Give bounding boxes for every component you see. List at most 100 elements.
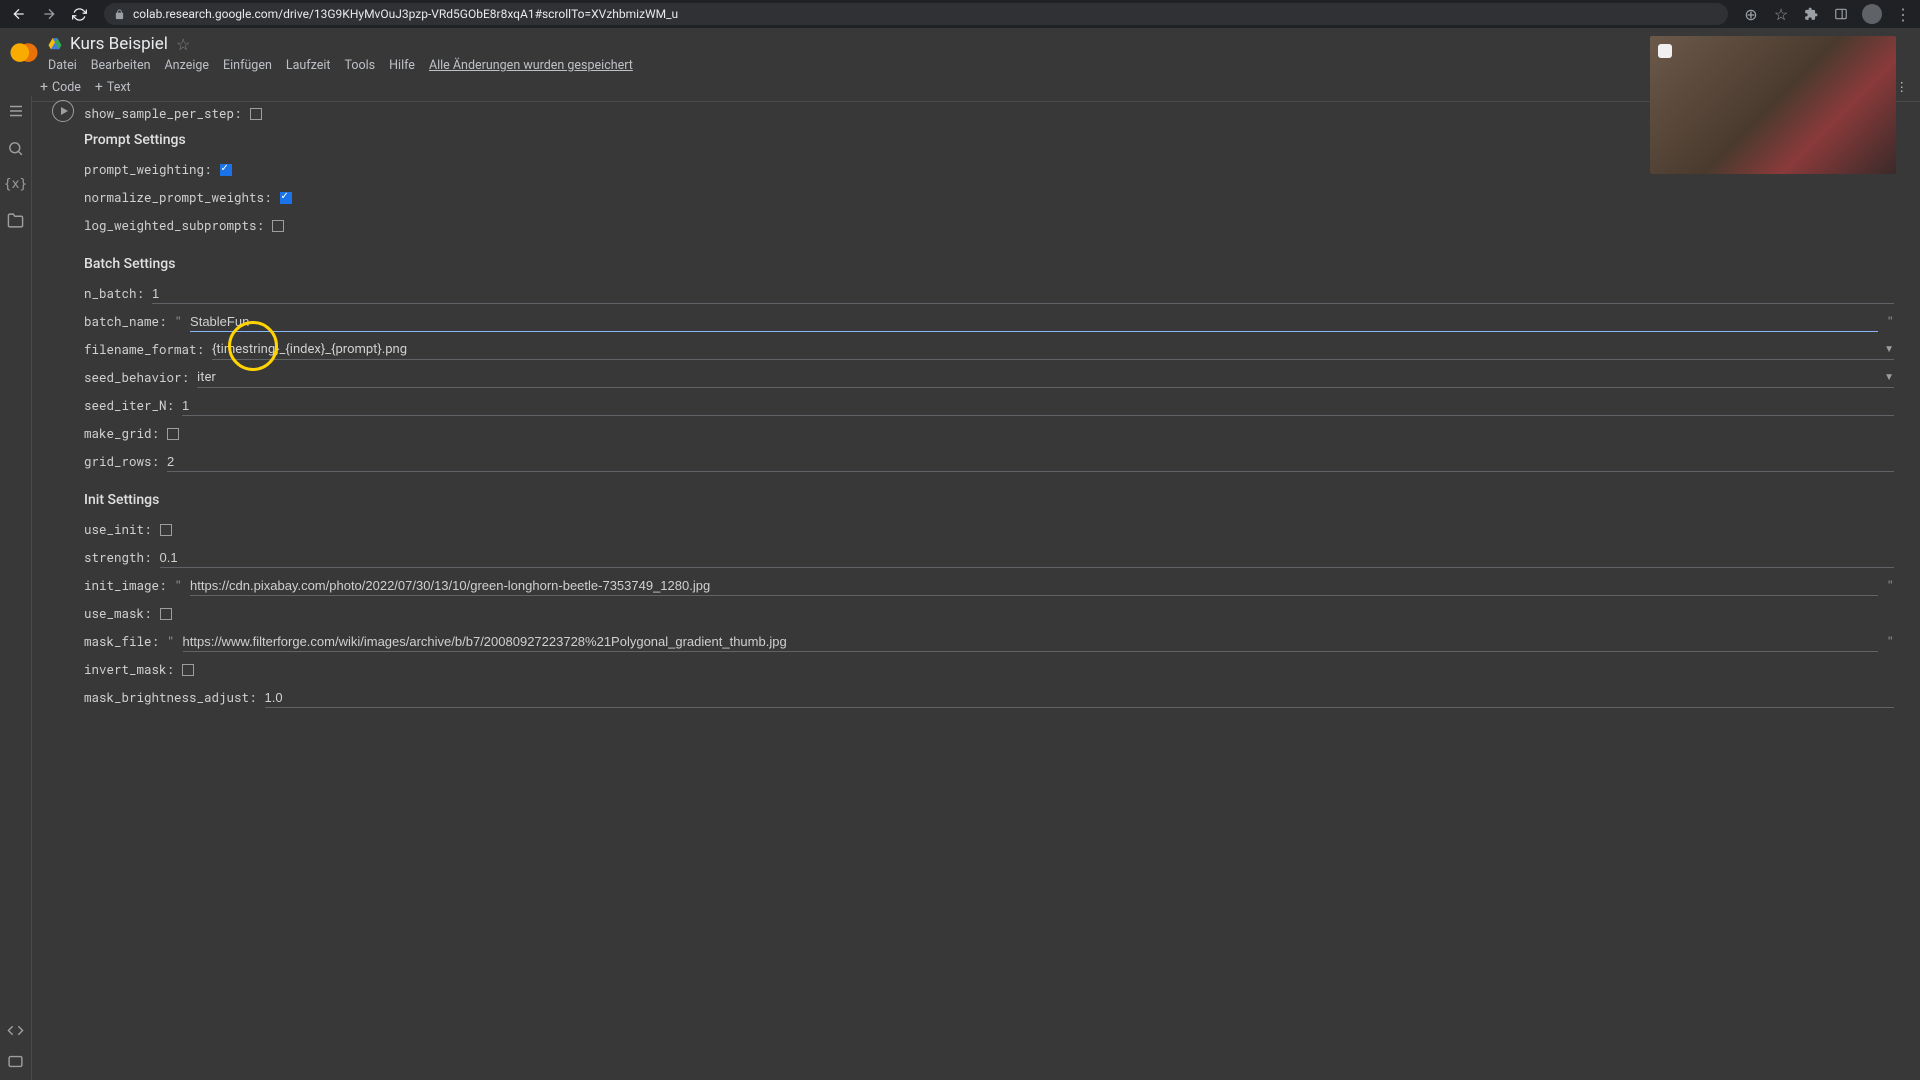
- checkbox-make-grid[interactable]: [167, 428, 179, 440]
- checkbox-use-init[interactable]: [160, 524, 172, 536]
- profile-avatar[interactable]: [1862, 4, 1882, 24]
- checkbox-normalize-weights[interactable]: [280, 192, 292, 204]
- menu-bar: Datei Bearbeiten Anzeige Einfügen Laufze…: [48, 58, 1910, 73]
- n-batch-input[interactable]: [152, 284, 1894, 304]
- url-text: colab.research.google.com/drive/13G9KHyM…: [133, 7, 678, 21]
- checkbox-log-subprompts[interactable]: [272, 220, 284, 232]
- select-value: {timestring}_{index}_{prompt}.png: [212, 340, 1884, 359]
- mask-file-input[interactable]: [183, 632, 1879, 652]
- save-status: Alle Änderungen wurden gespeichert: [429, 58, 633, 73]
- menu-anzeige[interactable]: Anzeige: [165, 58, 209, 73]
- chevron-down-icon: ▼: [1884, 344, 1894, 355]
- batch-name-input[interactable]: [190, 312, 1878, 332]
- param-label: batch_name:: [84, 314, 167, 330]
- menu-tools[interactable]: Tools: [345, 58, 376, 73]
- lock-icon: [114, 9, 125, 20]
- param-seed-behavior: seed_behavior: iter ▼: [84, 364, 1894, 392]
- colab-header: Kurs Beispiel ☆ Datei Bearbeiten Anzeige…: [0, 28, 1920, 73]
- menu-bearbeiten[interactable]: Bearbeiten: [91, 58, 151, 73]
- terminal-icon[interactable]: [7, 1022, 24, 1039]
- install-icon[interactable]: ⊕: [1742, 5, 1760, 23]
- reload-button[interactable]: [68, 3, 90, 25]
- param-seed-iter-n: seed_iter_N:: [84, 392, 1894, 420]
- param-filename-format: filename_format: {timestring}_{index}_{p…: [84, 336, 1894, 364]
- param-show-sample-per-step: show_sample_per_step:: [84, 100, 1894, 128]
- param-label: log_weighted_subprompts:: [84, 218, 264, 234]
- chevron-down-icon: ▼: [1884, 372, 1894, 383]
- extensions-icon[interactable]: [1802, 5, 1820, 23]
- param-label: prompt_weighting:: [84, 162, 212, 178]
- strength-input[interactable]: [160, 548, 1894, 568]
- webcam-overlay: [1650, 36, 1896, 174]
- param-label: use_mask:: [84, 606, 152, 622]
- quote-open: ": [167, 634, 175, 650]
- forward-button[interactable]: [38, 3, 60, 25]
- checkbox-show-sample[interactable]: [250, 108, 262, 120]
- notebook-title[interactable]: Kurs Beispiel: [70, 34, 168, 54]
- quote-open: ": [175, 578, 183, 594]
- left-rail: {x}: [0, 96, 32, 1080]
- param-normalize-prompt-weights: normalize_prompt_weights:: [84, 184, 1894, 212]
- star-icon[interactable]: ☆: [176, 35, 190, 54]
- toc-icon[interactable]: [7, 102, 25, 120]
- menu-laufzeit[interactable]: Laufzeit: [286, 58, 331, 73]
- colab-logo[interactable]: [10, 40, 38, 68]
- add-text-button[interactable]: +Text: [95, 79, 131, 95]
- seed-behavior-select[interactable]: iter ▼: [197, 368, 1894, 388]
- cell-menu-icon[interactable]: ⋮: [1896, 79, 1909, 95]
- quote-close: ": [1886, 578, 1894, 594]
- param-prompt-weighting: prompt_weighting:: [84, 156, 1894, 184]
- bookmark-icon[interactable]: ☆: [1772, 5, 1790, 23]
- run-cell-button[interactable]: [52, 100, 74, 122]
- menu-hilfe[interactable]: Hilfe: [389, 58, 415, 73]
- menu-datei[interactable]: Datei: [48, 58, 77, 73]
- param-label: use_init:: [84, 522, 152, 538]
- back-button[interactable]: [8, 3, 30, 25]
- filename-format-select[interactable]: {timestring}_{index}_{prompt}.png ▼: [212, 340, 1894, 360]
- browser-toolbar: colab.research.google.com/drive/13G9KHyM…: [0, 0, 1920, 28]
- param-label: seed_behavior:: [84, 370, 189, 386]
- param-make-grid: make_grid:: [84, 420, 1894, 448]
- checkbox-use-mask[interactable]: [160, 608, 172, 620]
- add-code-button[interactable]: +Code: [40, 79, 81, 95]
- param-invert-mask: invert_mask:: [84, 656, 1894, 684]
- init-image-input[interactable]: [190, 576, 1878, 596]
- chrome-actions: ⊕ ☆ ⋮: [1742, 4, 1912, 24]
- drive-icon: [48, 37, 62, 51]
- grid-rows-input[interactable]: [167, 452, 1894, 472]
- param-batch-name: batch_name: " ": [84, 308, 1894, 336]
- quote-open: ": [175, 314, 183, 330]
- address-bar[interactable]: colab.research.google.com/drive/13G9KHyM…: [104, 3, 1728, 25]
- param-label: show_sample_per_step:: [84, 106, 242, 122]
- form-cell: show_sample_per_step: Prompt Settings pr…: [52, 100, 1908, 712]
- chrome-menu-icon[interactable]: ⋮: [1894, 5, 1912, 23]
- notebook-content: show_sample_per_step: Prompt Settings pr…: [32, 96, 1920, 1080]
- menu-einfugen[interactable]: Einfügen: [223, 58, 272, 73]
- checkbox-prompt-weighting[interactable]: [220, 164, 232, 176]
- search-icon[interactable]: [7, 140, 24, 157]
- param-mask-brightness-adjust: mask_brightness_adjust:: [84, 684, 1894, 712]
- param-label: mask_brightness_adjust:: [84, 690, 257, 706]
- param-label: normalize_prompt_weights:: [84, 190, 272, 206]
- param-label: invert_mask:: [84, 662, 174, 678]
- select-value: iter: [197, 368, 1884, 387]
- param-use-mask: use_mask:: [84, 600, 1894, 628]
- command-palette-icon[interactable]: [7, 1053, 24, 1070]
- param-label: make_grid:: [84, 426, 159, 442]
- quote-close: ": [1886, 314, 1894, 330]
- side-panel-icon[interactable]: [1832, 5, 1850, 23]
- param-use-init: use_init:: [84, 516, 1894, 544]
- param-init-image: init_image: " ": [84, 572, 1894, 600]
- section-prompt-settings: Prompt Settings: [84, 132, 1894, 148]
- files-icon[interactable]: [7, 212, 24, 229]
- param-log-weighted-subprompts: log_weighted_subprompts:: [84, 212, 1894, 240]
- seed-iter-n-input[interactable]: [182, 396, 1894, 416]
- param-label: n_batch:: [84, 286, 144, 302]
- param-strength: strength:: [84, 544, 1894, 572]
- variables-icon[interactable]: {x}: [4, 177, 27, 192]
- param-label: mask_file:: [84, 634, 159, 650]
- param-n-batch: n_batch:: [84, 280, 1894, 308]
- mask-brightness-input[interactable]: [265, 688, 1894, 708]
- param-label: seed_iter_N:: [84, 398, 174, 414]
- checkbox-invert-mask[interactable]: [182, 664, 194, 676]
